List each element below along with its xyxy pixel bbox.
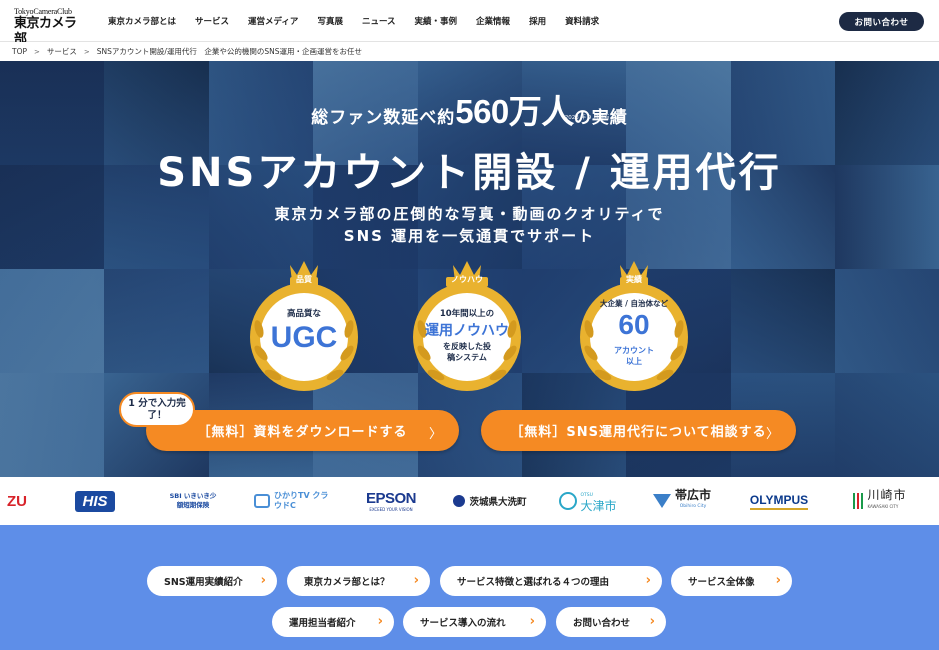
breadcrumb-current: SNSアカウント開設/運用代行 企業や公的機関のSNS運用・企画運営をお任せ (96, 47, 363, 56)
badge-caption: 品質 (296, 275, 312, 284)
client-logo-epson: EPSON EXCEED YOUR VISION (365, 490, 417, 512)
client-logo-kawasaki: 川崎市 KAWASAKI CITY (840, 477, 920, 525)
site-header: TokyoCameraClub 東京カメラ部 東京カメラ部とは サービス 運営メ… (0, 0, 939, 47)
nav-media[interactable]: 運営メディア (248, 15, 298, 27)
client-logo-his: HIS (58, 477, 132, 525)
badge-achievement: 実績 大企業 / 自治体など 60 アカウント以上 (575, 257, 693, 397)
chevron-right-icon: › (377, 614, 383, 629)
hero-subtitle: 東京カメラ部の圧倒的な写真・動画のクオリティで SNS 運用を一気通貫でサポート (0, 203, 939, 247)
chevron-right-icon: › (649, 614, 655, 629)
hero-section: 総ファン数延べ約560万人の実績 *2023 年 9 月時点 SNSアカウント開… (0, 61, 939, 477)
badge-highlight: 運用ノウハウ (425, 323, 509, 339)
emblem-icon (453, 495, 466, 507)
emblem-icon (559, 492, 578, 510)
badge-line-1: 10年間以上の (439, 309, 495, 319)
fan-count-note: *2023 年 9 月時点 (562, 115, 610, 121)
link-sns-results[interactable]: SNS運用実績紹介 › (147, 566, 277, 596)
badge-knowhow: ノウハウ 10年間以上の 運用ノウハウ を反映した投稿システム (408, 257, 526, 397)
fan-count-headline: 総ファン数延べ約560万人の実績 (0, 85, 939, 133)
chevron-right-icon: 〉 (765, 427, 780, 442)
emblem-icon (853, 493, 864, 509)
chevron-right-icon: 〉 (428, 427, 443, 442)
badge-highlight: UGC (270, 321, 338, 354)
badge-line-1: 大企業 / 自治体など (600, 299, 668, 308)
nav-cases[interactable]: 実績・事例 (415, 15, 458, 27)
emblem-icon (652, 494, 671, 508)
obihiro-romaji: Obihiro City (679, 504, 707, 509)
badge-caption: 実績 (626, 275, 642, 284)
nav-news[interactable]: ニュース (362, 15, 396, 27)
client-logo-olympus: OLYMPUS (742, 477, 816, 525)
chevron-right-icon: › (413, 573, 419, 588)
contact-button[interactable]: お問い合わせ (839, 12, 924, 31)
badge-line-3: アカウント以上 (614, 346, 654, 366)
link-service-features[interactable]: サービス特徴と選ばれる４つの理由 › (440, 566, 662, 596)
download-documents-label: ［無料］資料をダウンロードする (197, 425, 408, 440)
chevron-right-icon: › (775, 573, 781, 588)
breadcrumb: TOP > サービス > SNSアカウント開設/運用代行 企業や公的機関のSNS… (0, 42, 939, 61)
link-about-club[interactable]: 東京カメラ部とは？ › (287, 566, 430, 596)
badge-highlight: 60 (618, 309, 650, 340)
global-nav: 東京カメラ部とは サービス 運営メディア 写真展 ニュース 実績・事例 企業情報… (108, 0, 618, 42)
client-logo-otsu: OTSU 大津市 (552, 477, 624, 525)
link-staff-intro[interactable]: 運用担当者紹介 › (272, 607, 394, 637)
nav-service[interactable]: サービス (195, 15, 229, 27)
fan-count: 560万人 (455, 93, 574, 130)
badge-line-3: を反映した投稿システム (443, 342, 491, 362)
client-logo-oarai: 茨城県大洗町 (444, 477, 536, 525)
link-service-overview[interactable]: サービス全体像 › (671, 566, 792, 596)
chevron-right-icon: › (529, 614, 535, 629)
link-contact[interactable]: お問い合わせ › (556, 607, 666, 637)
chevron-right-icon: › (645, 573, 651, 588)
hero-subtitle-line-1: 東京カメラ部の圧倒的な写真・動画のクオリティで (274, 205, 665, 223)
nav-documents[interactable]: 資料請求 (565, 15, 599, 27)
nav-company[interactable]: 企業情報 (476, 15, 510, 27)
nav-about[interactable]: 東京カメラ部とは (108, 15, 176, 27)
client-logo-obihiro: 帯広市 Obihiro City (647, 477, 717, 525)
logo-english: TokyoCameraClub (14, 7, 72, 16)
kawasaki-romaji: KAWASAKI CITY (867, 504, 899, 509)
client-logo-sbi: SBI いきいき少額短期保険 (169, 492, 217, 509)
link-introduction-flow[interactable]: サービス導入の流れ › (403, 607, 546, 637)
chevron-right-icon: > (83, 47, 90, 56)
client-logo-hikari-tv: ひかりTV クラウドC (251, 477, 335, 525)
badge-quality: 品質 高品質な UGC (245, 257, 363, 397)
badge-caption: ノウハウ (451, 275, 483, 284)
chevron-right-icon: > (34, 47, 40, 56)
client-logo-zu: ZU (7, 492, 27, 510)
badge-line-1: 高品質な (286, 309, 321, 319)
consult-label: ［無料］SNS運用代行について相談する (510, 425, 767, 440)
epson-tagline: EXCEED YOUR VISION (369, 507, 413, 512)
site-logo[interactable]: TokyoCameraClub 東京カメラ部 (14, 7, 84, 47)
nav-recruit[interactable]: 採用 (529, 15, 546, 27)
consult-button[interactable]: ［無料］SNS運用代行について相談する 〉 (481, 410, 796, 451)
client-logos-strip: ZU HIS SBI いきいき少額短期保険 ひかりTV クラウドC EPSON … (0, 477, 939, 525)
breadcrumb-service[interactable]: サービス (47, 46, 77, 57)
page-links-section: SNS運用実績紹介 › 東京カメラ部とは？ › サービス特徴と選ばれる４つの理由 › … (0, 525, 939, 650)
speech-bubble-one-minute: 1 分で入力完了！ (119, 392, 195, 427)
chevron-right-icon: › (260, 573, 266, 588)
hero-subtitle-line-2: SNS 運用を一気通貫でサポート (343, 227, 596, 245)
camera-icon (254, 494, 270, 508)
page-title: SNSアカウント開設 / 運用代行 (157, 150, 782, 196)
fan-prefix: 総ファン数延べ約 (311, 108, 456, 128)
nav-exhibition[interactable]: 写真展 (317, 15, 343, 27)
breadcrumb-top[interactable]: TOP (12, 47, 27, 56)
